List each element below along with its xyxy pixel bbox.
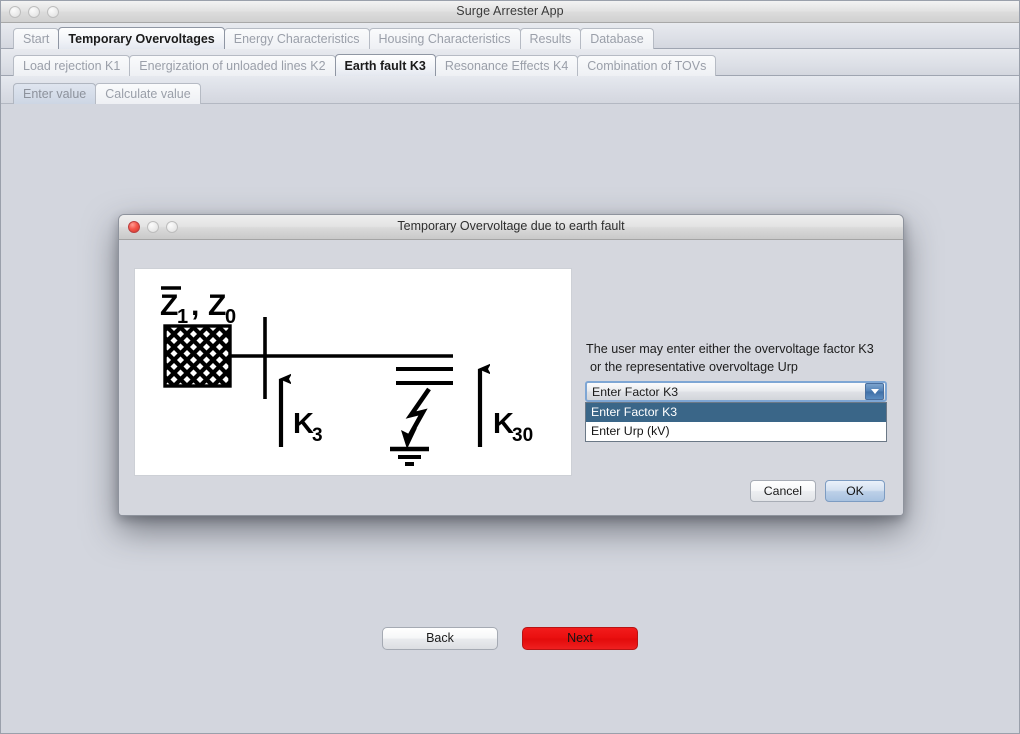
svg-text:K: K — [293, 408, 314, 440]
tab-energy-characteristics[interactable]: Energy Characteristics — [223, 28, 370, 49]
prompt-line-1: The user may enter either the overvoltag… — [586, 342, 874, 356]
input-mode-combobox-wrapper: Enter Factor K3 Enter Factor K3 Enter Ur… — [585, 381, 887, 442]
svg-text:3: 3 — [312, 425, 323, 446]
input-mode-combobox[interactable]: Enter Factor K3 — [585, 381, 887, 402]
earth-fault-dialog: Temporary Overvoltage due to earth fault — [118, 214, 904, 516]
tab-results[interactable]: Results — [519, 28, 582, 49]
back-button[interactable]: Back — [382, 627, 498, 650]
tab-energization-unloaded-lines-k2[interactable]: Energization of unloaded lines K2 — [129, 55, 336, 76]
tab-temporary-overvoltages[interactable]: Temporary Overvoltages — [58, 27, 225, 49]
tertiary-tab-bar: Enter value Calculate value — [1, 76, 1019, 104]
svg-text:30: 30 — [512, 425, 533, 446]
cancel-button[interactable]: Cancel — [749, 480, 816, 502]
earth-fault-circuit-diagram: Z 1 , Z 0 K 3 K 30 — [134, 268, 572, 476]
ok-button[interactable]: OK — [825, 480, 885, 502]
earth-fault-lightning-icon — [401, 387, 431, 449]
k3-label: K 3 — [293, 408, 323, 446]
tab-housing-characteristics[interactable]: Housing Characteristics — [368, 28, 521, 49]
window-titlebar: Surge Arrester App — [1, 1, 1019, 23]
wizard-navigation: Back Next — [1, 627, 1019, 650]
primary-tab-bar: Start Temporary Overvoltages Energy Char… — [1, 23, 1019, 49]
dialog-body: Z 1 , Z 0 K 3 K 30 The user may enter ei… — [119, 240, 903, 515]
next-button[interactable]: Next — [522, 627, 638, 650]
dialog-titlebar: Temporary Overvoltage due to earth fault — [119, 215, 903, 240]
window-title: Surge Arrester App — [456, 4, 564, 18]
svg-text:Z: Z — [160, 289, 178, 322]
svg-text:K: K — [493, 408, 514, 440]
tab-earth-fault-k3[interactable]: Earth fault K3 — [334, 54, 436, 76]
dialog-prompt: The user may enter either the overvoltag… — [586, 340, 892, 376]
dialog-title: Temporary Overvoltage due to earth fault — [397, 219, 625, 233]
combobox-option-enter-factor-k3[interactable]: Enter Factor K3 — [586, 403, 886, 422]
svg-text:Z: Z — [208, 289, 226, 322]
tab-calculate-value[interactable]: Calculate value — [95, 83, 201, 104]
content-area: Temporary Overvoltage due to earth fault — [1, 104, 1019, 732]
chevron-down-icon[interactable] — [865, 383, 884, 400]
tab-resonance-effects-k4[interactable]: Resonance Effects K4 — [434, 55, 579, 76]
impedance-label: Z 1 , Z 0 — [160, 286, 236, 328]
impedance-block — [163, 324, 232, 388]
svg-text:,: , — [191, 289, 199, 322]
tab-combination-of-tovs[interactable]: Combination of TOVs — [577, 55, 717, 76]
combobox-dropdown-list: Enter Factor K3 Enter Urp (kV) — [585, 402, 887, 442]
prompt-line-2: or the representative overvoltage Urp — [590, 360, 798, 374]
fault-electrode-bars — [396, 367, 453, 385]
k30-label: K 30 — [493, 408, 533, 446]
combobox-option-enter-urp-kv[interactable]: Enter Urp (kV) — [586, 422, 886, 441]
secondary-tab-bar: Load rejection K1 Energization of unload… — [1, 49, 1019, 76]
combobox-selected-value: Enter Factor K3 — [592, 384, 679, 399]
dialog-button-row: Cancel OK — [749, 480, 885, 502]
tab-load-rejection-k1[interactable]: Load rejection K1 — [13, 55, 131, 76]
tab-database[interactable]: Database — [580, 28, 654, 49]
tab-enter-value[interactable]: Enter value — [13, 83, 97, 104]
ground-symbol — [390, 446, 429, 466]
tab-start[interactable]: Start — [13, 28, 60, 49]
application-window: Surge Arrester App Start Temporary Overv… — [0, 0, 1020, 734]
